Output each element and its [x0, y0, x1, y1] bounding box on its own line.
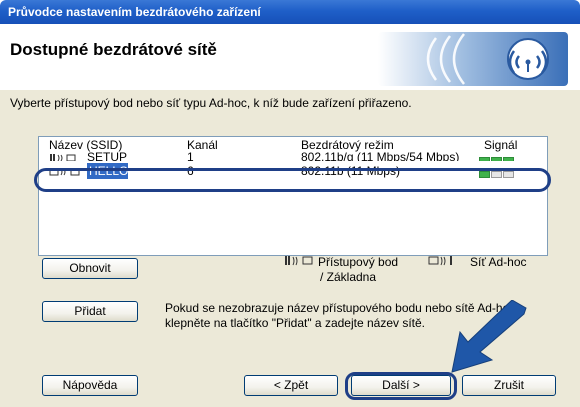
pointer-arrow-icon	[451, 300, 527, 373]
legend-adhoc-label: Síť Ad-hoc	[470, 255, 527, 269]
page-title: Dostupné bezdrátové sítě	[10, 40, 217, 59]
header-band: Dostupné bezdrátové sítě	[0, 24, 580, 114]
window-title: Průvodce nastavením bezdrátového zařízen…	[8, 5, 261, 19]
network-mode: 802.11b/g (11 Mbps/54 Mbps)	[301, 152, 460, 161]
adhoc-icon	[49, 166, 80, 176]
network-ssid: HELLO	[89, 164, 129, 178]
column-header-signal[interactable]: Signál	[484, 138, 517, 152]
network-row-setup[interactable]: SETUP 1 802.11b/g (11 Mbps/54 Mbps)	[39, 152, 547, 161]
add-button[interactable]: Přidat	[42, 301, 138, 322]
help-button[interactable]: Nápověda	[42, 375, 138, 396]
signal-strength-icon	[479, 153, 515, 161]
wizard-window: Průvodce nastavením bezdrátového zařízen…	[0, 0, 580, 407]
legend-access-point-label: Přístupový bod	[318, 255, 399, 269]
instruction-text: Vyberte přístupový bod nebo síť typu Ad-…	[10, 96, 412, 110]
network-row-hello[interactable]: HELLO 6 802.11b (11 Mbps)	[39, 163, 547, 179]
title-bar: Průvodce nastavením bezdrátového zařízen…	[0, 0, 580, 24]
network-list[interactable]: Název (SSID) Kanál Bezdrátový režim Sign…	[38, 136, 548, 256]
network-channel: 6	[187, 164, 194, 178]
legend-access-point-label-line2: / Základna	[320, 270, 377, 284]
next-button[interactable]: Další >	[351, 375, 451, 396]
back-button[interactable]: < Zpět	[244, 375, 338, 396]
refresh-button[interactable]: Obnovit	[42, 258, 138, 279]
column-header-channel[interactable]: Kanál	[187, 138, 218, 152]
access-point-icon	[49, 152, 77, 161]
adhoc-legend-icon	[428, 255, 462, 270]
wireless-banner-icon	[378, 32, 568, 86]
access-point-legend-icon	[284, 255, 314, 270]
network-channel: 1	[187, 152, 194, 161]
signal-strength-icon	[479, 167, 515, 178]
column-header-mode[interactable]: Bezdrátový režim	[301, 138, 394, 152]
network-ssid: SETUP	[87, 152, 128, 161]
network-mode: 802.11b (11 Mbps)	[301, 164, 400, 178]
column-header-ssid[interactable]: Název (SSID)	[49, 138, 122, 152]
